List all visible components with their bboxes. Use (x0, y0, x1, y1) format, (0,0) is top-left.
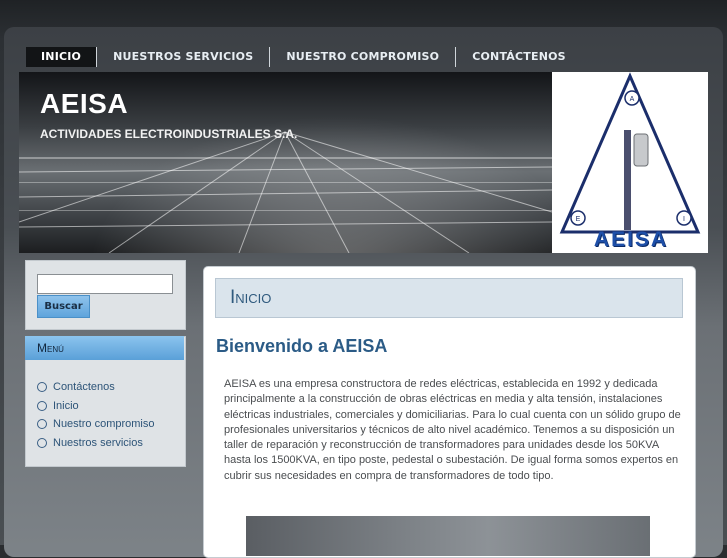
nav-item-inicio[interactable]: INICIO (26, 47, 97, 67)
nav-item-compromiso[interactable]: NUESTRO COMPROMISO (270, 47, 455, 67)
menu-list: Contáctenos Inicio Nuestro compromiso Nu… (37, 378, 154, 452)
logo-badge-a: A (630, 96, 635, 103)
circle-bullet-icon (37, 419, 47, 430)
menu-title: Menú (37, 341, 64, 355)
intro-paragraph: AEISA es una empresa constructora de red… (224, 378, 681, 482)
menu-item-contactenos[interactable]: Contáctenos (37, 378, 154, 397)
menu-item-compromiso[interactable]: Nuestro compromiso (37, 415, 154, 434)
menu-item-inicio[interactable]: Inicio (37, 397, 154, 416)
menu-item-label[interactable]: Contáctenos (53, 381, 115, 393)
nav-item-contactenos[interactable]: CONTÁCTENOS (456, 47, 582, 67)
search-button[interactable]: Buscar (37, 295, 90, 318)
workshop-photo (246, 516, 650, 556)
site-title[interactable]: AEISA (40, 88, 128, 120)
logo-badge-e: E (576, 216, 581, 223)
triangle-logo-icon: A E I (559, 72, 701, 234)
welcome-heading: Bienvenido a AEISA (216, 336, 388, 356)
circle-bullet-icon (37, 400, 47, 411)
page-title: Inicio (230, 287, 272, 308)
page-title-bar (215, 278, 683, 318)
menu-item-label[interactable]: Inicio (53, 400, 79, 412)
top-navigation: INICIO NUESTROS SERVICIOS NUESTRO COMPRO… (26, 47, 582, 67)
logo-badge-i: I (683, 216, 685, 223)
search-input[interactable] (37, 274, 173, 294)
logo-wordmark: AEISA (593, 228, 669, 251)
site-subtitle: ACTIVIDADES ELECTROINDUSTRIALES S.A. (40, 127, 298, 141)
menu-item-label[interactable]: Nuestros servicios (53, 437, 143, 449)
company-logo: A E I AEISA (552, 72, 708, 253)
circle-bullet-icon (37, 437, 47, 448)
circle-bullet-icon (37, 382, 47, 393)
menu-item-label[interactable]: Nuestro compromiso (53, 418, 154, 430)
menu-item-servicios[interactable]: Nuestros servicios (37, 434, 154, 453)
nav-item-servicios[interactable]: NUESTROS SERVICIOS (97, 47, 269, 67)
